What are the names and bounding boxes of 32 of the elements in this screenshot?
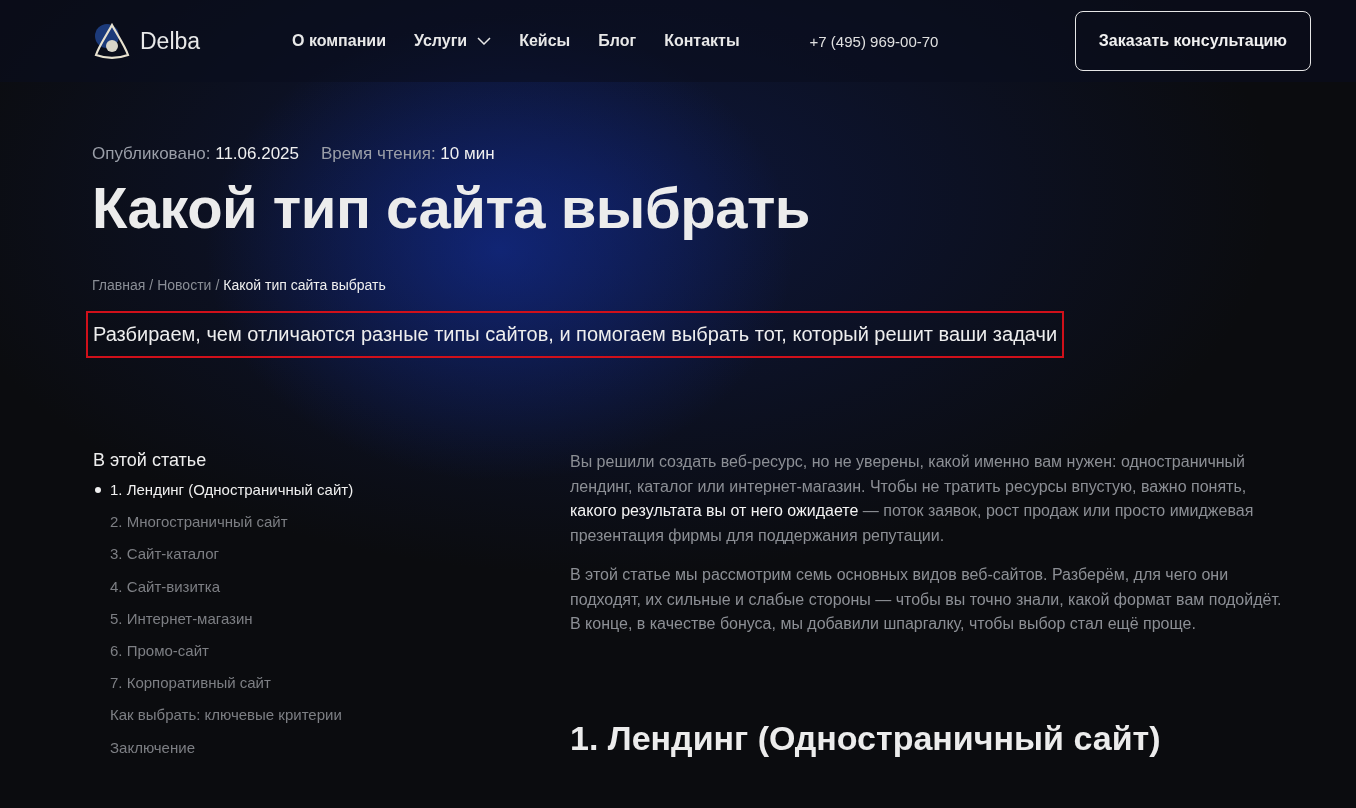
breadcrumb-link[interactable]: Новости (157, 277, 212, 293)
toc-link[interactable]: 4. Сайт-визитка (93, 577, 570, 610)
article-paragraph: Вы решили создать веб-ресурс, но не уверены, какой именно вам нужен: одностраничный лендинг, каталог или интернет-магазин. Чтобы не тратить ресурсы впустую, важно понять, какого результата вы от него ожидаете — поток заявок, рост продаж или просто имиджевая презентация фирмы для поддержания репутации. (570, 452, 1255, 546)
toc-link[interactable]: Заключение (93, 738, 570, 771)
breadcrumb-separator: / (215, 277, 220, 293)
toc-link[interactable]: 5. Интернет-магазин (93, 609, 570, 642)
toc-link[interactable]: 7. Корпоративный сайт (93, 674, 570, 707)
phone-link[interactable]: +7 (495) 969-00-70 (809, 32, 939, 50)
article-paragraph: В этой статье мы рассмотрим семь основных видов веб-сайтов. Разберём, для чего они подходят, их сильные и слабые стороны — чтобы вы точно знали, какой формат вам подойдёт. В конце, в качестве бонуса, мы добавили шпаргалку, чтобы выбор стал ещё проще. (570, 565, 1283, 634)
nav-link[interactable]: Блог (598, 32, 637, 50)
breadcrumb-current: Какой тип сайта выбрать (223, 277, 386, 293)
meta-info: Время чтения: 10 мин (321, 144, 495, 164)
nav-link[interactable]: Контакты (664, 32, 740, 50)
breadcrumb-link[interactable]: Главная (92, 277, 146, 293)
nav-link[interactable]: Услуги (414, 32, 492, 50)
nav-link[interactable]: Кейсы (519, 32, 571, 50)
lead-text: Разбираем, чем отличаются разные типы сайтов, и помогаем выбрать тот, который решит ваши задачи (86, 311, 1065, 358)
toc-link[interactable]: 1. Лендинг (Одностраничный сайт) (93, 481, 570, 514)
logo-text: Delba (140, 27, 201, 55)
consultation-button[interactable]: Заказать консультацию (1074, 11, 1311, 71)
toc-link[interactable]: 6. Промо-сайт (93, 641, 570, 675)
meta-info: Опубликовано: 11.06.2025 (92, 144, 299, 164)
section-heading: 1. Лендинг (Одностраничный сайт) (570, 718, 1162, 758)
toc-link[interactable]: Как выбрать: ключевые критерии (93, 706, 570, 739)
nav-link[interactable]: О компании (292, 32, 386, 50)
toc-title: В этой статье (93, 450, 208, 471)
page-title: Какой тип сайта выбрать (92, 174, 811, 241)
toc-link[interactable]: 2. Многостраничный сайт (93, 513, 570, 546)
logo-icon (92, 22, 132, 60)
breadcrumb-separator: / (149, 277, 154, 293)
caret-icon (477, 37, 492, 45)
toc-link[interactable]: 3. Сайт-каталог (93, 545, 570, 578)
